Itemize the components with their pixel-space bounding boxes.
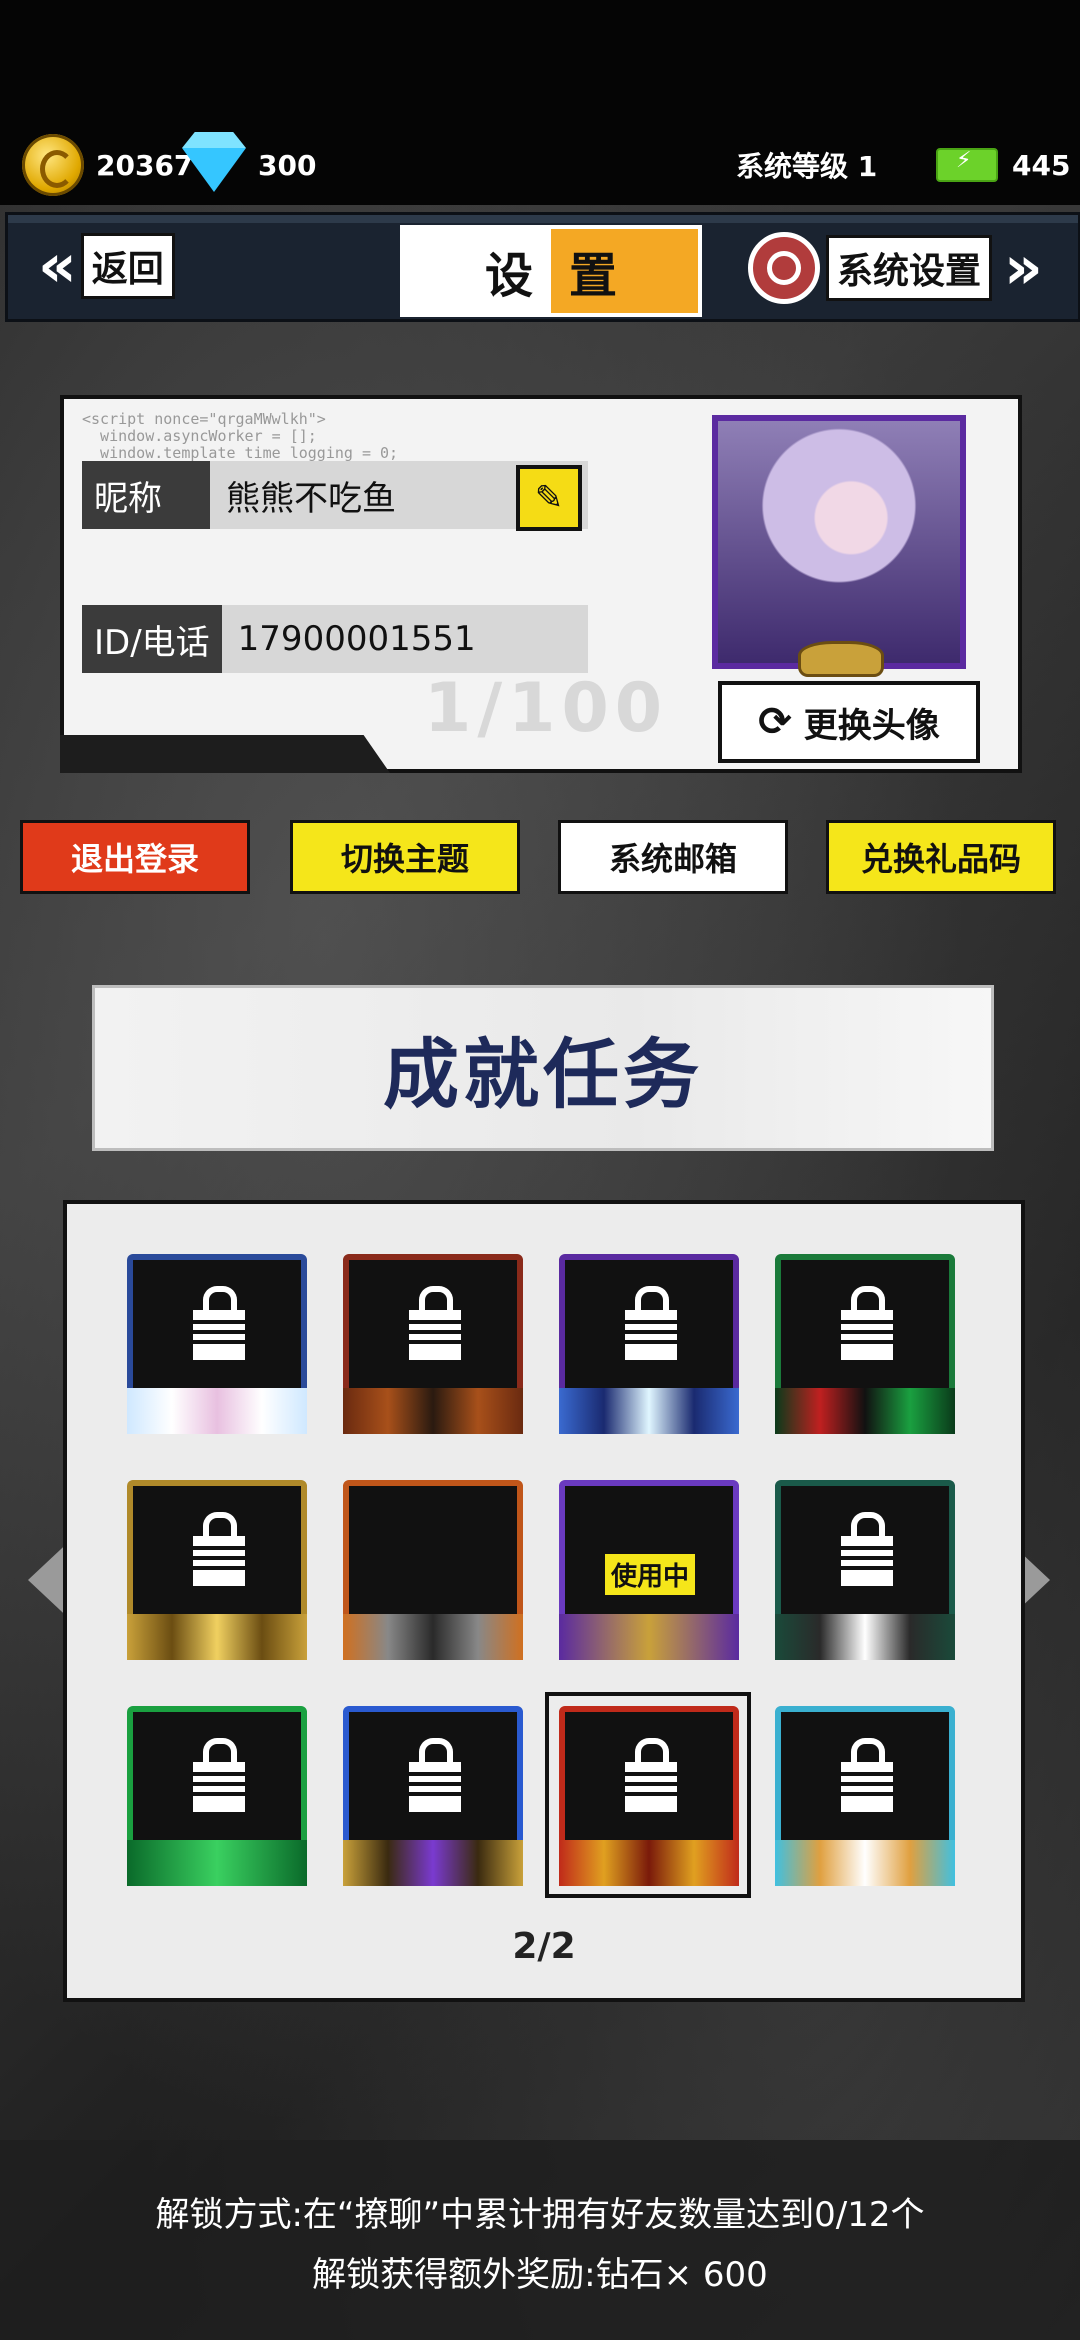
system-mail-button[interactable]: 系统邮箱 [558,820,788,894]
frame-ornament [343,1614,523,1660]
frame-ornament [127,1614,307,1660]
page-title-left: 设 [404,229,551,313]
lock-icon [841,1738,893,1812]
system-level: 系统等级 1 [736,150,878,183]
diamond-value: 300 [258,148,317,182]
page-title: 设 置 [400,225,702,317]
nav-stripe [8,215,1078,223]
decorative-faint-text: 1/100 [424,669,669,748]
achievement-banner: 成就任务 [92,985,994,1151]
page-indicator: 2/2 [512,1926,576,1967]
frame-item[interactable] [127,1254,307,1434]
top-nav: « 返回 设 置 系统设置 » [5,212,1080,322]
frame-ornament [127,1388,307,1434]
page-title-right: 置 [551,229,698,313]
lock-icon [193,1512,245,1586]
id-label: ID/电话 [82,605,222,673]
in-use-badge: 使用中 [603,1552,698,1597]
achievement-title: 成就任务 [383,1030,703,1119]
change-avatar-button[interactable]: ⟳ 更换头像 [718,681,980,763]
frame-item[interactable] [775,1706,955,1886]
frame-ornament [343,1840,523,1886]
frame-item[interactable] [127,1706,307,1886]
double-chevron-left-icon: « [38,231,76,301]
coin-value: 20367 [96,148,194,182]
lock-icon [409,1286,461,1360]
nickname-label: 昵称 [82,461,210,529]
frame-ornament [343,1388,523,1434]
lock-icon [841,1286,893,1360]
frame-ornament [775,1614,955,1660]
nickname-field[interactable]: 昵称 熊熊不吃鱼 ✎ [82,461,588,531]
lock-icon [409,1738,461,1812]
frame-ornament [127,1840,307,1886]
unlock-reward: 解锁获得额外奖励:钻石× 600 [312,2255,768,2295]
energy-value: 445 [1012,148,1071,182]
avatar-frame-ornament [798,641,884,677]
diamond-counter: 300 [182,135,316,195]
frame-item[interactable] [127,1480,307,1660]
frame-item[interactable] [343,1254,523,1434]
frame-item[interactable] [775,1254,955,1434]
frame-ornament [775,1388,955,1434]
system-settings-button[interactable]: 系统设置 » [748,229,1042,307]
selection-highlight [545,1692,751,1898]
unlock-method: 解锁方式:在“撩聊”中累计拥有好友数量达到0/12个 [155,2195,925,2235]
avatar-frame-grid: 使用中 2/2 [63,1200,1025,2002]
frame-ornament [775,1840,955,1886]
frame-item[interactable] [559,1254,739,1434]
edit-nickname-button[interactable]: ✎ [516,465,582,531]
frame-ornament [559,1614,739,1660]
profile-card: <script nonce="qrgaMWwlkh"> window.async… [60,395,1022,773]
coin-icon [22,134,84,196]
frame-ornament [559,1388,739,1434]
switch-theme-button[interactable]: 切换主题 [290,820,520,894]
avatar[interactable] [712,415,966,677]
unlock-info: 解锁方式:在“撩聊”中累计拥有好友数量达到0/12个 解锁获得额外奖励:钻石× … [0,2185,1080,2305]
lock-icon [193,1738,245,1812]
energy-counter: 445 [936,135,1070,195]
coin-counter: 20367 [22,134,194,196]
energy-icon [936,148,998,182]
back-button[interactable]: « 返回 [38,227,175,305]
redeem-code-button[interactable]: 兑换礼品码 [826,820,1056,894]
lock-icon [625,1286,677,1360]
card-bottom-bar [60,735,390,773]
frame-item[interactable] [343,1706,523,1886]
id-value: 17900001551 [221,605,588,673]
lock-icon [841,1512,893,1586]
change-avatar-label: 更换头像 [803,705,940,746]
id-field: ID/电话 17900001551 [82,605,588,673]
frame-item-in-use[interactable]: 使用中 [559,1480,739,1660]
double-chevron-right-icon: » [1004,233,1042,303]
pencil-icon: ✎ [534,478,564,518]
system-settings-label: 系统设置 [826,235,993,301]
frame-item[interactable] [775,1480,955,1660]
frame-item[interactable] [343,1480,523,1660]
refresh-icon: ⟳ [758,699,792,745]
diamond-icon [182,148,246,192]
back-label: 返回 [80,233,175,299]
gear-icon [748,232,820,304]
logout-button[interactable]: 退出登录 [20,820,250,894]
lock-icon [193,1286,245,1360]
